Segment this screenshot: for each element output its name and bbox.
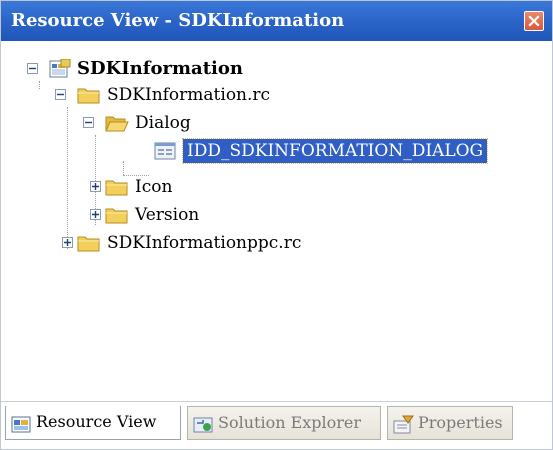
tab-resource-view[interactable]: Resource View xyxy=(5,406,181,440)
solution-explorer-icon xyxy=(193,414,215,434)
resource-tree: SDKInformation SDKInformation.rc Dialog … xyxy=(1,41,552,401)
folder-icon xyxy=(77,234,100,252)
tree-node-rc-file[interactable]: SDKInformation.rc xyxy=(1,83,321,107)
title-bar: Resource View - SDKInformation xyxy=(1,1,552,41)
tree-node-label: SDKInformation.rc xyxy=(107,85,271,105)
tab-properties[interactable]: Properties xyxy=(387,406,513,440)
tab-label: Properties xyxy=(418,413,503,432)
collapse-toggle[interactable] xyxy=(83,117,94,128)
tab-solution-explorer[interactable]: Solution Explorer xyxy=(187,406,381,440)
window-title: Resource View - SDKInformation xyxy=(11,10,345,31)
tree-node-label: Dialog xyxy=(135,113,191,133)
folder-icon xyxy=(77,86,100,104)
tree-node-dialog-folder[interactable]: Dialog xyxy=(1,111,241,135)
folder-open-icon xyxy=(105,114,129,132)
panel-tabs: Resource View Solution Explorer Properti… xyxy=(1,401,552,449)
tab-label: Solution Explorer xyxy=(218,413,362,432)
tree-node-label-selected: IDD_SDKINFORMATION_DIALOG xyxy=(181,138,489,164)
collapse-toggle[interactable] xyxy=(55,89,66,100)
dialog-resource-icon xyxy=(153,142,176,160)
close-button[interactable] xyxy=(524,11,544,31)
tree-connector xyxy=(123,161,124,175)
expand-toggle[interactable] xyxy=(62,237,73,248)
tree-node-root[interactable]: SDKInformation xyxy=(1,57,301,81)
properties-icon xyxy=(393,414,415,434)
tree-node-label: SDKInformationppc.rc xyxy=(107,233,302,253)
folder-icon xyxy=(105,178,128,196)
folder-icon xyxy=(105,206,128,224)
tree-node-label: Icon xyxy=(135,177,173,197)
project-icon xyxy=(49,58,71,78)
tree-node-ppc-file[interactable]: SDKInformationppc.rc xyxy=(1,231,341,255)
resource-view-panel: Resource View - SDKInformation SDKInform… xyxy=(0,0,553,450)
tree-node-dialog-item[interactable]: IDD_SDKINFORMATION_DIALOG xyxy=(1,138,541,164)
tree-node-icon-folder[interactable]: Icon xyxy=(1,175,241,199)
tab-label: Resource View xyxy=(36,412,157,431)
collapse-toggle[interactable] xyxy=(27,63,38,74)
expand-toggle[interactable] xyxy=(90,209,101,220)
expand-toggle[interactable] xyxy=(90,181,101,192)
resource-view-icon xyxy=(11,413,33,433)
tree-node-version-folder[interactable]: Version xyxy=(1,203,241,227)
tree-node-label: Version xyxy=(135,205,200,225)
tree-node-label: SDKInformation xyxy=(77,58,243,79)
